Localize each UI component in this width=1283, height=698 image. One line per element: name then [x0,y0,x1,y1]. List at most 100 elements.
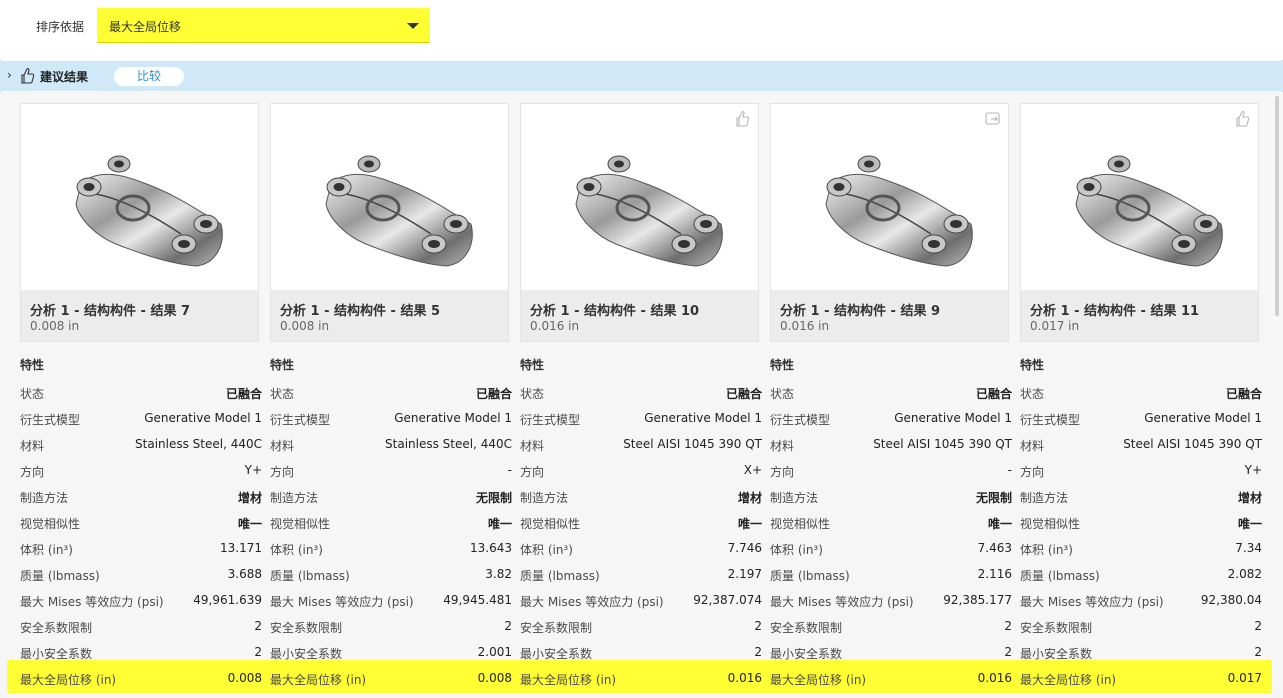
result-card[interactable]: 分析 1 - 结构构件 - 结果 5 0.008 in [270,103,509,342]
result-value: 0.008 in [30,319,80,333]
property-row: 方向 X+ [520,458,762,484]
property-label: 方向 [1020,465,1045,479]
property-value: 2 [1254,645,1262,659]
property-row: 方向 - [770,458,1012,484]
property-label: 状态 [770,387,795,401]
property-row: 质量 (lbmass) 2.116 [770,562,1012,588]
result-thumbnail[interactable] [771,104,1008,290]
result-title: 分析 1 - 结构构件 - 结果 7 [30,304,191,319]
result-value: 0.017 in [1030,319,1080,333]
property-label: 视觉相似性 [770,517,831,531]
result-title: 分析 1 - 结构构件 - 结果 9 [780,304,941,319]
property-row: 材料 Stainless Steel, 440C [20,432,262,458]
property-value: 2 [1004,619,1012,633]
property-value: 92,380.04 [1200,593,1262,607]
property-label: 状态 [270,387,295,401]
property-row: 安全系数限制 2 [1020,614,1262,640]
result-thumbnail[interactable] [1021,104,1258,290]
property-label: 质量 (lbmass) [770,569,850,583]
property-value: 2.001 [477,645,512,659]
property-value: 13.171 [220,541,262,555]
result-caption: 分析 1 - 结构构件 - 结果 11 0.017 in [1021,290,1258,341]
chevron-down-icon [407,23,419,29]
chevron-right-icon[interactable]: › [7,69,12,81]
property-value: - [1007,463,1012,477]
property-label: 最小安全系数 [20,647,93,661]
property-value: 2.082 [1227,567,1262,581]
result-card[interactable]: 分析 1 - 结构构件 - 结果 9 0.016 in [770,103,1009,342]
sort-dropdown[interactable]: 最大全局位移 [97,8,430,43]
property-row: 最大 Mises 等效应力 (psi) 49,945.481 [270,588,512,614]
property-label: 衍生式模型 [270,413,331,427]
property-value: 增材 [237,491,262,505]
property-label: 最大全局位移 (in) [520,673,617,687]
result-caption: 分析 1 - 结构构件 - 结果 7 0.008 in [21,290,258,341]
property-label: 方向 [770,465,795,479]
property-label: 最大 Mises 等效应力 (psi) [770,595,914,609]
property-row: 安全系数限制 2 [270,614,512,640]
property-label: 质量 (lbmass) [520,569,600,583]
property-label: 状态 [1020,387,1045,401]
property-row: 体积 (in³) 13.171 [20,536,262,562]
property-label: 最小安全系数 [770,647,843,661]
properties-heading: 特性 [20,358,45,372]
property-row: 方向 - [270,458,512,484]
property-value: 2 [754,619,762,633]
result-card[interactable]: 分析 1 - 结构构件 - 结果 7 0.008 in [20,103,259,342]
property-row: 材料 Steel AISI 1045 390 QT [520,432,762,458]
property-label: 视觉相似性 [20,517,81,531]
results-bar-label: 建议结果 [40,70,89,84]
property-value: 0.008 [227,671,262,685]
property-label: 最小安全系数 [520,647,593,661]
property-label: 材料 [20,439,45,453]
property-value: 唯一 [987,517,1012,531]
scrollbar[interactable] [1275,96,1279,316]
result-thumbnail[interactable] [271,104,508,290]
property-label: 衍生式模型 [520,413,581,427]
property-row: 视觉相似性 唯一 [20,510,262,536]
property-label: 体积 (in³) [1020,543,1073,557]
thumbs-up-icon[interactable] [734,110,752,128]
property-label: 最大全局位移 (in) [1020,673,1117,687]
properties-heading: 特性 [270,358,295,372]
result-card[interactable]: 分析 1 - 结构构件 - 结果 11 0.017 in [1020,103,1259,342]
property-row: 材料 Steel AISI 1045 390 QT [1020,432,1262,458]
property-value: 92,385.177 [943,593,1012,607]
compare-button[interactable]: 比较 [114,67,184,86]
property-value: Steel AISI 1045 390 QT [1123,437,1262,451]
result-caption: 分析 1 - 结构构件 - 结果 5 0.008 in [271,290,508,341]
property-label: 材料 [520,439,545,453]
property-value: 2.116 [977,567,1012,581]
property-label: 体积 (in³) [20,543,73,557]
property-row: 视觉相似性 唯一 [1020,510,1262,536]
property-label: 衍生式模型 [770,413,831,427]
property-label: 安全系数限制 [20,621,93,635]
property-label: 制造方法 [520,491,569,505]
export-icon[interactable] [984,110,1002,128]
property-value: 49,961.639 [193,593,262,607]
property-row: 体积 (in³) 7.746 [520,536,762,562]
property-row: 最小安全系数 2.001 [270,640,512,666]
property-value: 无限制 [975,491,1012,505]
thumbs-up-icon [21,68,35,84]
property-value: 49,945.481 [443,593,512,607]
property-value: 已融合 [975,387,1012,401]
result-thumbnail[interactable] [21,104,258,290]
property-value: - [507,463,512,477]
property-row: 质量 (lbmass) 3.82 [270,562,512,588]
property-row: 制造方法 无限制 [770,484,1012,510]
property-row: 质量 (lbmass) 3.688 [20,562,262,588]
property-value: 92,387.074 [693,593,762,607]
property-label: 方向 [20,465,45,479]
property-label: 质量 (lbmass) [1020,569,1100,583]
property-row: 制造方法 增材 [20,484,262,510]
property-label: 最大全局位移 (in) [20,673,117,687]
property-value: 增材 [1237,491,1262,505]
thumbs-up-icon[interactable] [1234,110,1252,128]
property-row: 体积 (in³) 13.643 [270,536,512,562]
property-label: 状态 [20,387,45,401]
property-row: 制造方法 增材 [1020,484,1262,510]
property-value: 已融合 [1225,387,1262,401]
result-thumbnail[interactable] [521,104,758,290]
result-card[interactable]: 分析 1 - 结构构件 - 结果 10 0.016 in [520,103,759,342]
